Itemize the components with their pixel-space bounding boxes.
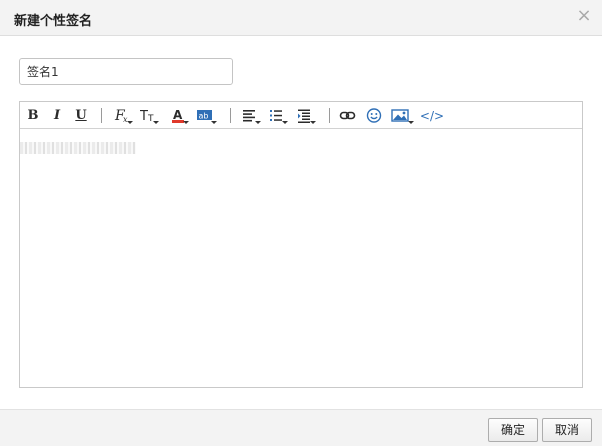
font-family-icon[interactable]: F x: [114, 106, 133, 125]
toolbar-separator: [329, 108, 330, 123]
svg-text:T: T: [140, 109, 148, 124]
new-signature-dialog: 新建个性签名 × B I U F x T T: [0, 0, 602, 446]
ok-button[interactable]: 确定: [488, 418, 538, 442]
toolbar-separator: [101, 108, 102, 123]
font-size-icon[interactable]: T T: [140, 106, 159, 125]
italic-icon[interactable]: I: [50, 106, 64, 125]
editor-toolbar: B I U F x T T A ab </>: [20, 102, 582, 129]
emoticon-icon[interactable]: [365, 106, 383, 125]
editor-content-area[interactable]: [20, 129, 582, 387]
signature-name-input[interactable]: [19, 58, 233, 85]
bold-icon[interactable]: B: [26, 106, 40, 125]
svg-text:ab: ab: [199, 112, 209, 121]
image-icon[interactable]: [391, 106, 414, 125]
cancel-button[interactable]: 取消: [542, 418, 592, 442]
svg-text:A: A: [173, 108, 183, 122]
font-color-icon[interactable]: A: [170, 106, 189, 125]
dialog-footer: 确定 取消: [0, 409, 602, 446]
dialog-titlebar: 新建个性签名 ×: [0, 0, 602, 36]
underline-icon[interactable]: U: [74, 106, 88, 125]
align-icon[interactable]: [242, 106, 261, 125]
close-icon[interactable]: ×: [576, 7, 592, 25]
source-code-icon[interactable]: </>: [419, 106, 445, 125]
list-icon[interactable]: [269, 106, 288, 125]
link-icon[interactable]: [339, 106, 357, 125]
highlight-color-icon[interactable]: ab: [196, 106, 217, 125]
toolbar-separator: [230, 108, 231, 123]
indent-icon[interactable]: [297, 106, 316, 125]
rich-text-editor: B I U F x T T A ab </>: [19, 101, 583, 388]
dialog-title: 新建个性签名: [14, 14, 93, 29]
editor-garbled-content: [20, 142, 136, 154]
